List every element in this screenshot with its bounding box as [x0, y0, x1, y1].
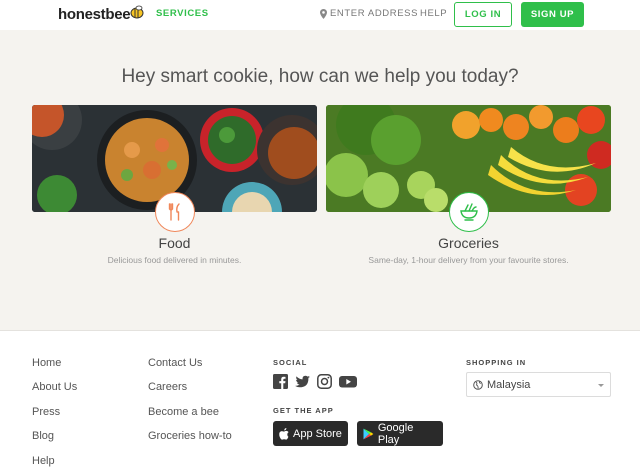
groceries-card-title[interactable]: Groceries: [326, 235, 611, 251]
social-heading: SOCIAL: [273, 358, 308, 367]
food-card-title[interactable]: Food: [32, 235, 317, 251]
footer-link-become-a-bee[interactable]: Become a bee: [148, 406, 219, 418]
instagram-icon[interactable]: [317, 374, 332, 389]
hero-title: Hey smart cookie, how can we help you to…: [121, 66, 519, 87]
footer-link-help[interactable]: Help: [32, 455, 55, 467]
chevron-down-icon: [598, 384, 604, 387]
footer-link-careers[interactable]: Careers: [148, 381, 187, 393]
groceries-category-icon[interactable]: [449, 192, 489, 232]
app-store-label: App Store: [293, 427, 342, 440]
country-select[interactable]: Malaysia: [466, 372, 611, 397]
help-link[interactable]: HELP: [420, 8, 447, 19]
twitter-icon[interactable]: [295, 374, 310, 389]
top-header: honestbee SERVICES ENTER ADDRESS HELP LO…: [0, 0, 640, 30]
footer-link-contact-us[interactable]: Contact Us: [148, 357, 202, 369]
facebook-icon[interactable]: [273, 374, 288, 389]
get-the-app-heading: GET THE APP: [273, 406, 334, 415]
google-play-button[interactable]: Google Play: [357, 421, 443, 446]
login-button[interactable]: LOG IN: [454, 2, 512, 27]
enter-address-link[interactable]: ENTER ADDRESS: [320, 8, 418, 19]
logo[interactable]: honestbee: [58, 6, 131, 23]
apple-icon: [279, 427, 289, 440]
grocery-bowl-icon: [460, 203, 478, 221]
footer-link-blog[interactable]: Blog: [32, 430, 54, 442]
youtube-icon[interactable]: [339, 374, 357, 389]
footer-divider: [0, 330, 640, 331]
signup-button[interactable]: SIGN UP: [521, 2, 584, 27]
location-pin-icon: [320, 8, 327, 19]
footer-link-home[interactable]: Home: [32, 357, 61, 369]
nav-services[interactable]: SERVICES: [156, 8, 209, 19]
hero-section: Hey smart cookie, how can we help you to…: [0, 30, 640, 330]
fork-knife-icon: [168, 203, 180, 221]
food-category-icon[interactable]: [155, 192, 195, 232]
country-select-value: Malaysia: [487, 378, 531, 391]
bee-logo-icon: [130, 5, 144, 19]
shopping-in-heading: SHOPPING IN: [466, 358, 527, 367]
footer-link-press[interactable]: Press: [32, 406, 60, 418]
enter-address-label: ENTER ADDRESS: [330, 8, 419, 19]
footer-link-groceries-how-to[interactable]: Groceries how-to: [148, 430, 232, 442]
globe-icon: [473, 379, 483, 390]
footer-link-about-us[interactable]: About Us: [32, 381, 77, 393]
app-store-button[interactable]: App Store: [273, 421, 348, 446]
google-play-label: Google Play: [377, 421, 414, 446]
google-play-icon: [363, 428, 374, 439]
food-card-subtitle: Delicious food delivered in minutes.: [107, 255, 242, 265]
groceries-card-subtitle: Same-day, 1-hour delivery from your favo…: [368, 255, 569, 265]
